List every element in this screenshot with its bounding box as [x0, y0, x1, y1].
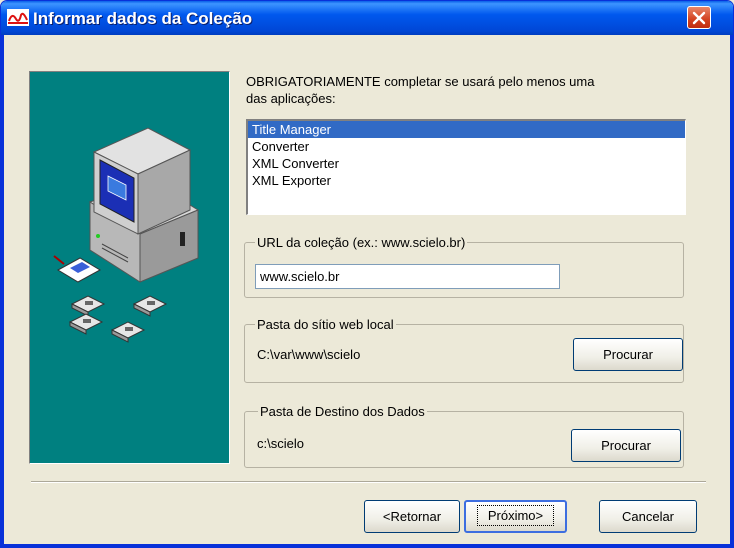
- list-item[interactable]: XML Exporter: [248, 172, 685, 189]
- url-input[interactable]: [255, 264, 560, 289]
- local-site-browse-button[interactable]: Procurar: [573, 338, 683, 371]
- next-button[interactable]: Próximo>: [464, 500, 567, 533]
- wizard-illustration: [29, 71, 230, 464]
- back-button[interactable]: <Retornar: [364, 500, 460, 533]
- local-site-path: C:\var\www\scielo: [257, 347, 361, 362]
- document-icon: [53, 255, 102, 283]
- window-title: Informar dados da Coleção: [33, 9, 253, 28]
- list-item[interactable]: XML Converter: [248, 155, 685, 172]
- intro-text-line2: das aplicações:: [246, 91, 336, 106]
- floppy-disk-icon: [68, 313, 104, 335]
- applications-listbox[interactable]: Title Manager Converter XML Converter XM…: [246, 119, 686, 215]
- local-site-browse-label: Procurar: [603, 347, 653, 362]
- url-group-legend: URL da coleção (ex.: www.scielo.br): [255, 234, 468, 251]
- data-dest-browse-button[interactable]: Procurar: [571, 429, 681, 462]
- next-button-label: Próximo>: [476, 505, 555, 526]
- window-frame-bottom: [1, 544, 733, 547]
- data-dest-path: c:\scielo: [257, 436, 304, 451]
- scielo-icon[interactable]: [7, 9, 29, 26]
- local-site-group-legend: Pasta do sítio web local: [255, 316, 396, 333]
- cancel-button-label: Cancelar: [621, 509, 675, 524]
- close-button[interactable]: [687, 6, 711, 29]
- list-item[interactable]: Converter: [248, 138, 685, 155]
- title-bar[interactable]: Informar dados da Coleção: [1, 1, 733, 35]
- back-button-label: <Retornar: [382, 509, 442, 524]
- intro-text-line1: OBRIGATORIAMENTE completar se usará pelo…: [246, 74, 595, 89]
- data-dest-browse-label: Procurar: [601, 438, 651, 453]
- window-frame-left: [1, 35, 4, 547]
- floppy-disk-icon: [70, 295, 106, 317]
- data-dest-group-legend: Pasta de Destino dos Dados: [258, 403, 427, 420]
- list-item[interactable]: Title Manager: [248, 121, 685, 138]
- cancel-button[interactable]: Cancelar: [599, 500, 697, 533]
- dialog-window: Informar dados da Coleção OBRIGATORIAMEN…: [0, 0, 734, 548]
- computer-icon: [88, 127, 200, 283]
- floppy-disk-icon: [110, 321, 146, 343]
- floppy-disk-icon: [132, 295, 168, 317]
- window-frame-right: [730, 35, 733, 547]
- footer-divider-highlight: [31, 482, 706, 483]
- close-icon: [692, 11, 706, 25]
